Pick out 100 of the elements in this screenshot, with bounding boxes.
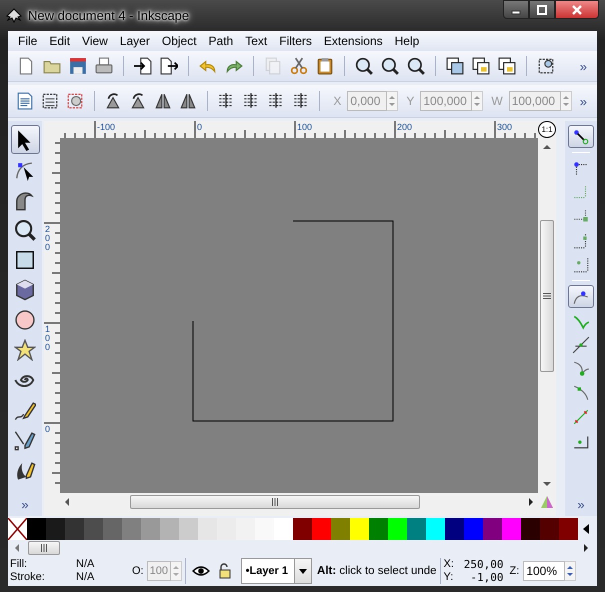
circle-icon — [14, 308, 36, 330]
color-swatch[interactable] — [160, 518, 179, 540]
x-coordinate: 250,00 — [462, 558, 504, 571]
left-arrow-icon — [14, 544, 20, 552]
color-swatch[interactable] — [27, 518, 46, 540]
color-swatch[interactable] — [65, 518, 84, 540]
grip-icon — [543, 292, 551, 298]
page-arrow-out-icon — [160, 57, 178, 75]
flip-icon — [179, 92, 198, 110]
magnifier-icon — [381, 57, 399, 75]
color-swatch[interactable] — [141, 518, 160, 540]
search-icon — [14, 218, 36, 240]
color-swatch[interactable] — [426, 518, 445, 540]
color-swatch[interactable] — [464, 518, 483, 540]
overflow-button[interactable]: » — [17, 497, 33, 512]
rotate-icon — [104, 92, 122, 110]
snap-toggle-button[interactable] — [568, 125, 594, 148]
text-page-icon — [16, 92, 34, 110]
color-swatch[interactable] — [540, 518, 559, 540]
curve-node-icon — [572, 360, 590, 378]
color-swatch[interactable] — [350, 518, 369, 540]
minimize-button[interactable] — [503, 0, 529, 19]
color-swatch[interactable] — [274, 518, 293, 540]
overflow-button[interactable]: » — [576, 94, 591, 108]
snap-nodes-button[interactable] — [568, 285, 594, 308]
line-nodes-icon — [572, 408, 590, 426]
padlock-icon — [216, 563, 233, 579]
menu-item[interactable]: Help — [388, 34, 426, 48]
color-swatch[interactable] — [521, 518, 540, 540]
menu-item[interactable]: View — [76, 34, 114, 48]
selector-tool-button[interactable] — [10, 125, 40, 154]
horizontal-ruler: -100 0 100 200 300 — [60, 121, 538, 138]
color-swatch[interactable] — [559, 518, 578, 540]
color-swatch[interactable] — [445, 518, 464, 540]
overflow-button[interactable]: » — [576, 58, 591, 74]
star-icon — [14, 338, 36, 360]
color-swatch[interactable] — [369, 518, 388, 540]
crossing-lines-icon — [572, 336, 590, 354]
spin-arrows-icon — [473, 93, 482, 109]
menu-item[interactable]: Filters — [273, 34, 318, 48]
grip-icon — [272, 498, 278, 506]
layer-dropdown[interactable]: •Layer 1 — [240, 558, 312, 584]
status-message: Alt: click to select unde — [317, 565, 437, 577]
menu-item[interactable]: Object — [156, 34, 203, 48]
locked-squares-icon — [472, 57, 490, 75]
menu-item[interactable]: Path — [202, 34, 240, 48]
menu-item[interactable]: File — [12, 34, 44, 48]
color-triangle-icon[interactable] — [539, 494, 555, 510]
squares-icon — [446, 57, 464, 75]
menu-item[interactable]: Layer — [114, 34, 156, 48]
square-icon — [14, 248, 36, 270]
scroll-thumb[interactable] — [28, 541, 60, 555]
menu-item[interactable]: Extensions — [318, 34, 389, 48]
scroll-thumb[interactable] — [540, 220, 554, 372]
color-swatch[interactable] — [179, 518, 198, 540]
no-paint-swatch[interactable] — [8, 518, 27, 540]
color-swatch[interactable] — [407, 518, 426, 540]
window-title: New document 4 - Inkscape — [28, 8, 190, 23]
spin-arrows-icon — [388, 93, 396, 109]
color-swatch[interactable] — [198, 518, 217, 540]
pages-icon — [264, 57, 282, 75]
down-arrow-icon — [543, 481, 551, 487]
dashed-square-icon — [537, 57, 555, 75]
color-swatch[interactable] — [331, 518, 350, 540]
page-icon — [17, 57, 35, 75]
color-swatch[interactable] — [84, 518, 103, 540]
curve-node-icon — [572, 384, 590, 402]
color-swatch[interactable] — [122, 518, 141, 540]
color-swatch[interactable] — [293, 518, 312, 540]
magnifier-icon — [355, 57, 373, 75]
caret-icon — [299, 568, 308, 574]
spin-arrows-icon — [562, 93, 570, 109]
zoom-field[interactable]: 100% — [523, 561, 566, 581]
right-arrow-icon — [528, 498, 534, 506]
up-arrow-icon — [543, 144, 551, 150]
overflow-button[interactable]: » — [573, 497, 589, 512]
menu-item[interactable]: Text — [239, 34, 274, 48]
color-swatch[interactable] — [46, 518, 65, 540]
color-swatch[interactable] — [103, 518, 122, 540]
color-swatch[interactable] — [388, 518, 407, 540]
printer-icon — [95, 57, 113, 75]
pen-nib-icon — [14, 428, 36, 450]
close-icon — [571, 4, 583, 14]
maximize-button[interactable] — [529, 0, 555, 19]
opacity-label: O: — [132, 565, 144, 577]
rotate-icon — [129, 92, 148, 110]
y-label: Y: — [444, 571, 454, 584]
menu-arrow-icon[interactable] — [583, 524, 589, 534]
maximize-icon — [536, 4, 548, 14]
field-label: Y — [406, 94, 414, 108]
color-swatch[interactable] — [312, 518, 331, 540]
menu-item[interactable]: Edit — [43, 34, 76, 48]
scroll-thumb[interactable] — [130, 495, 420, 509]
zoom-1-to-1-button[interactable]: 1:1 — [538, 121, 556, 138]
close-button[interactable] — [555, 0, 599, 19]
field-label: W — [491, 94, 503, 108]
color-swatch[interactable] — [483, 518, 502, 540]
node-arrow-icon — [572, 128, 590, 146]
color-swatch[interactable] — [502, 518, 521, 540]
spin-arrows-icon — [172, 563, 180, 579]
